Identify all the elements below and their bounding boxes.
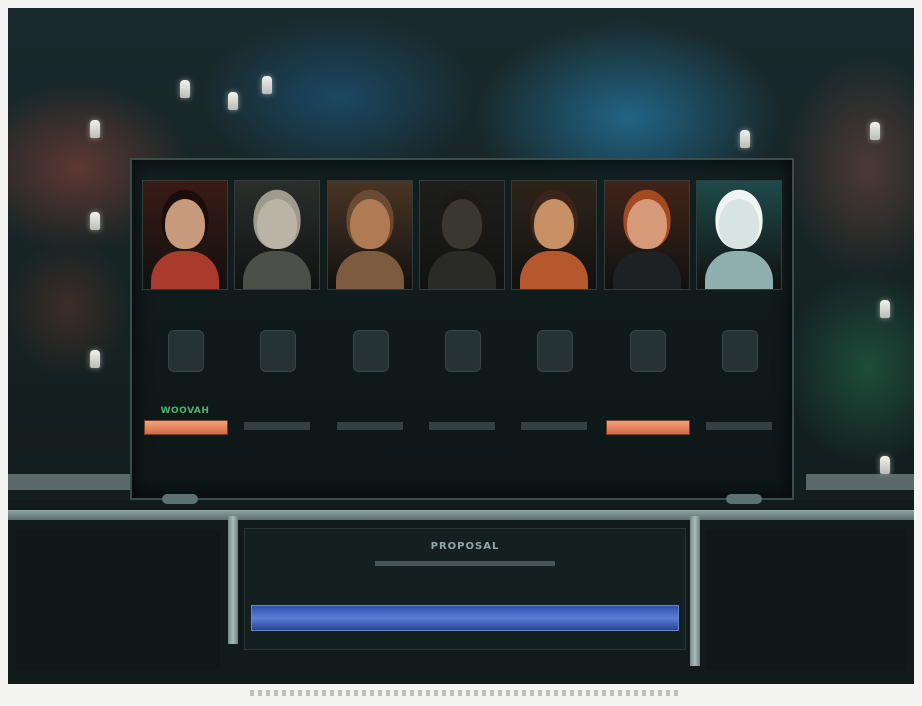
leader-card[interactable]	[418, 180, 505, 480]
leader-name	[696, 296, 782, 306]
civ-emblem-icon	[444, 330, 481, 372]
leader-clothes	[427, 251, 496, 289]
relation-status-button[interactable]	[605, 420, 690, 435]
leader-card[interactable]	[603, 180, 690, 480]
leader-card[interactable]	[326, 180, 413, 480]
map-unit-marker[interactable]	[870, 122, 880, 140]
relation-status-bar	[336, 422, 403, 430]
leader-card[interactable]	[234, 180, 321, 480]
right-info-pane	[706, 530, 906, 670]
leader-portrait[interactable]	[234, 180, 321, 290]
leader-face	[534, 199, 575, 249]
leader-clothes	[335, 251, 404, 289]
right-knob[interactable]	[726, 494, 762, 504]
proposal-title: PROPOSAL	[430, 541, 500, 552]
relation-status-bar	[428, 422, 495, 430]
map-unit-marker[interactable]	[180, 80, 190, 98]
leader-card[interactable]	[695, 180, 782, 480]
console-rail	[8, 510, 914, 520]
map-unit-marker[interactable]	[880, 456, 890, 474]
leader-portrait[interactable]	[418, 180, 505, 290]
map-unit-marker[interactable]	[90, 212, 100, 230]
left-info-pane	[16, 530, 220, 670]
leader-face	[165, 199, 205, 249]
leader-portrait[interactable]	[695, 180, 782, 290]
footer-caption	[250, 690, 680, 696]
civ-emblem-icon	[629, 330, 666, 372]
right-divider-post	[690, 516, 700, 666]
leader-face	[626, 199, 667, 249]
leader-name	[419, 296, 505, 306]
leader-name	[511, 296, 597, 306]
leader-name	[142, 296, 228, 306]
left-divider-post	[228, 516, 238, 644]
proposal-subtitle-bar	[375, 561, 555, 566]
leader-name	[234, 296, 320, 306]
leader-name	[327, 296, 413, 306]
civ-emblem-icon	[260, 330, 297, 372]
relation-status-bar	[521, 422, 588, 430]
map-unit-marker[interactable]	[262, 76, 272, 94]
leader-face	[257, 199, 298, 249]
civ-emblem-icon	[721, 330, 758, 372]
leader-name	[604, 296, 690, 306]
leader-portrait[interactable]	[326, 180, 413, 290]
map-unit-marker[interactable]	[228, 92, 238, 110]
map-unit-marker[interactable]	[740, 130, 750, 148]
leader-clothes	[704, 251, 773, 289]
right-shelf	[806, 474, 914, 490]
leader-row: WOOVAH	[142, 180, 782, 480]
leader-face	[441, 199, 482, 249]
leader-portrait[interactable]	[603, 180, 690, 290]
relation-status-bar	[244, 422, 311, 430]
map-unit-marker[interactable]	[90, 120, 100, 138]
leader-clothes	[243, 251, 312, 289]
civ-emblem-icon	[352, 330, 389, 372]
leader-face	[718, 199, 759, 249]
leader-card[interactable]: WOOVAH	[142, 180, 228, 480]
relation-status-bar	[705, 422, 772, 430]
map-unit-marker[interactable]	[880, 300, 890, 318]
proposal-box: PROPOSAL	[244, 528, 686, 650]
map-unit-marker[interactable]	[90, 350, 100, 368]
leader-card[interactable]	[511, 180, 598, 480]
leader-clothes	[520, 251, 589, 289]
proposal-input-bar[interactable]	[251, 605, 679, 631]
leader-portrait[interactable]	[511, 180, 598, 290]
leader-clothes	[612, 251, 681, 289]
relation-status-label: WOOVAH	[160, 406, 210, 416]
civ-emblem-icon	[537, 330, 574, 372]
left-knob[interactable]	[162, 494, 198, 504]
leader-clothes	[151, 251, 219, 289]
leader-portrait[interactable]	[142, 180, 228, 290]
leader-face	[349, 199, 390, 249]
relation-status-button[interactable]	[144, 420, 228, 435]
left-shelf	[8, 474, 130, 490]
civ-emblem-icon	[168, 330, 204, 372]
diplomacy-panel: WOOVAH	[130, 158, 794, 500]
